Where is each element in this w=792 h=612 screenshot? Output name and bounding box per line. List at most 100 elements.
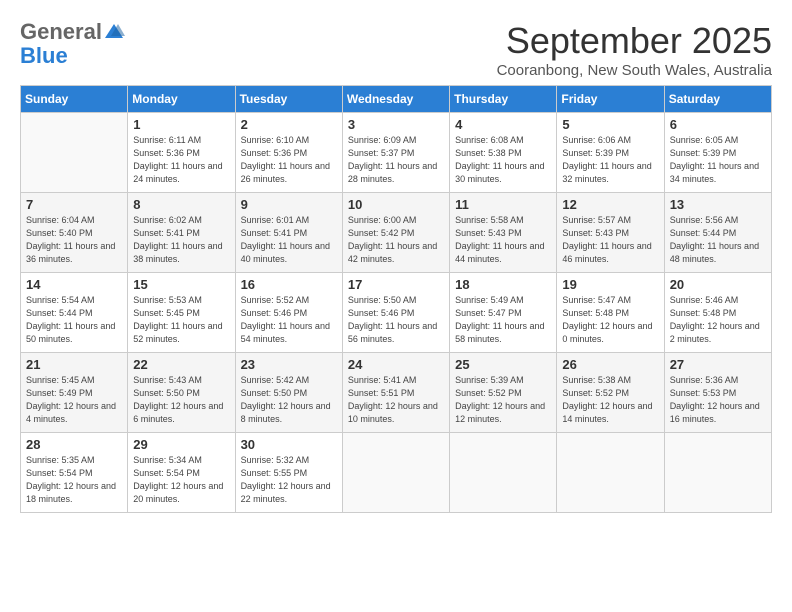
calendar-week-5: 28 Sunrise: 5:35 AM Sunset: 5:54 PM Dayl… [21, 433, 772, 513]
day-number: 30 [241, 437, 337, 452]
calendar-cell: 12 Sunrise: 5:57 AM Sunset: 5:43 PM Dayl… [557, 193, 664, 273]
daylight-text: Daylight: 11 hours and 34 minutes. [670, 161, 759, 184]
day-info: Sunrise: 5:58 AM Sunset: 5:43 PM Dayligh… [455, 214, 551, 266]
day-number: 18 [455, 277, 551, 292]
header-cell-monday: Monday [128, 86, 235, 113]
sunrise-text: Sunrise: 5:54 AM [26, 295, 95, 305]
day-info: Sunrise: 5:42 AM Sunset: 5:50 PM Dayligh… [241, 374, 337, 426]
daylight-text: Daylight: 11 hours and 26 minutes. [241, 161, 330, 184]
day-info: Sunrise: 6:05 AM Sunset: 5:39 PM Dayligh… [670, 134, 766, 186]
logo-general: General [20, 20, 102, 44]
sunrise-text: Sunrise: 5:46 AM [670, 295, 739, 305]
sunset-text: Sunset: 5:55 PM [241, 468, 308, 478]
day-number: 22 [133, 357, 229, 372]
day-number: 24 [348, 357, 444, 372]
day-info: Sunrise: 6:02 AM Sunset: 5:41 PM Dayligh… [133, 214, 229, 266]
sunset-text: Sunset: 5:38 PM [455, 148, 522, 158]
daylight-text: Daylight: 12 hours and 16 minutes. [670, 401, 760, 424]
sunset-text: Sunset: 5:36 PM [241, 148, 308, 158]
calendar-cell: 15 Sunrise: 5:53 AM Sunset: 5:45 PM Dayl… [128, 273, 235, 353]
day-info: Sunrise: 6:01 AM Sunset: 5:41 PM Dayligh… [241, 214, 337, 266]
day-info: Sunrise: 5:45 AM Sunset: 5:49 PM Dayligh… [26, 374, 122, 426]
day-info: Sunrise: 5:34 AM Sunset: 5:54 PM Dayligh… [133, 454, 229, 506]
sunset-text: Sunset: 5:39 PM [670, 148, 737, 158]
calendar-cell: 18 Sunrise: 5:49 AM Sunset: 5:47 PM Dayl… [450, 273, 557, 353]
sunrise-text: Sunrise: 5:36 AM [670, 375, 739, 385]
day-number: 29 [133, 437, 229, 452]
day-info: Sunrise: 5:57 AM Sunset: 5:43 PM Dayligh… [562, 214, 658, 266]
day-info: Sunrise: 5:39 AM Sunset: 5:52 PM Dayligh… [455, 374, 551, 426]
day-info: Sunrise: 5:56 AM Sunset: 5:44 PM Dayligh… [670, 214, 766, 266]
daylight-text: Daylight: 11 hours and 54 minutes. [241, 321, 330, 344]
daylight-text: Daylight: 12 hours and 14 minutes. [562, 401, 652, 424]
header-cell-thursday: Thursday [450, 86, 557, 113]
sunrise-text: Sunrise: 5:58 AM [455, 215, 524, 225]
daylight-text: Daylight: 11 hours and 44 minutes. [455, 241, 544, 264]
day-info: Sunrise: 5:50 AM Sunset: 5:46 PM Dayligh… [348, 294, 444, 346]
daylight-text: Daylight: 11 hours and 40 minutes. [241, 241, 330, 264]
daylight-text: Daylight: 12 hours and 6 minutes. [133, 401, 223, 424]
sunset-text: Sunset: 5:43 PM [455, 228, 522, 238]
day-info: Sunrise: 6:00 AM Sunset: 5:42 PM Dayligh… [348, 214, 444, 266]
sunset-text: Sunset: 5:36 PM [133, 148, 200, 158]
calendar-cell: 16 Sunrise: 5:52 AM Sunset: 5:46 PM Dayl… [235, 273, 342, 353]
calendar-cell: 9 Sunrise: 6:01 AM Sunset: 5:41 PM Dayli… [235, 193, 342, 273]
sunset-text: Sunset: 5:41 PM [241, 228, 308, 238]
day-number: 12 [562, 197, 658, 212]
day-number: 23 [241, 357, 337, 372]
day-info: Sunrise: 5:36 AM Sunset: 5:53 PM Dayligh… [670, 374, 766, 426]
calendar-cell: 19 Sunrise: 5:47 AM Sunset: 5:48 PM Dayl… [557, 273, 664, 353]
sunrise-text: Sunrise: 6:00 AM [348, 215, 417, 225]
sunrise-text: Sunrise: 5:38 AM [562, 375, 631, 385]
day-number: 14 [26, 277, 122, 292]
sunset-text: Sunset: 5:52 PM [562, 388, 629, 398]
day-info: Sunrise: 5:43 AM Sunset: 5:50 PM Dayligh… [133, 374, 229, 426]
day-info: Sunrise: 5:47 AM Sunset: 5:48 PM Dayligh… [562, 294, 658, 346]
daylight-text: Daylight: 12 hours and 8 minutes. [241, 401, 331, 424]
sunset-text: Sunset: 5:44 PM [670, 228, 737, 238]
sunrise-text: Sunrise: 5:47 AM [562, 295, 631, 305]
header-cell-wednesday: Wednesday [342, 86, 449, 113]
day-info: Sunrise: 5:53 AM Sunset: 5:45 PM Dayligh… [133, 294, 229, 346]
sunset-text: Sunset: 5:40 PM [26, 228, 93, 238]
sunset-text: Sunset: 5:50 PM [241, 388, 308, 398]
daylight-text: Daylight: 12 hours and 4 minutes. [26, 401, 116, 424]
sunset-text: Sunset: 5:50 PM [133, 388, 200, 398]
daylight-text: Daylight: 11 hours and 48 minutes. [670, 241, 759, 264]
header-cell-friday: Friday [557, 86, 664, 113]
calendar-cell: 22 Sunrise: 5:43 AM Sunset: 5:50 PM Dayl… [128, 353, 235, 433]
sunset-text: Sunset: 5:54 PM [26, 468, 93, 478]
sunset-text: Sunset: 5:46 PM [241, 308, 308, 318]
sunrise-text: Sunrise: 5:57 AM [562, 215, 631, 225]
sunrise-text: Sunrise: 6:05 AM [670, 135, 739, 145]
sunrise-text: Sunrise: 5:50 AM [348, 295, 417, 305]
day-number: 15 [133, 277, 229, 292]
day-info: Sunrise: 5:54 AM Sunset: 5:44 PM Dayligh… [26, 294, 122, 346]
daylight-text: Daylight: 12 hours and 2 minutes. [670, 321, 760, 344]
day-number: 4 [455, 117, 551, 132]
daylight-text: Daylight: 12 hours and 18 minutes. [26, 481, 116, 504]
sunset-text: Sunset: 5:48 PM [670, 308, 737, 318]
day-number: 3 [348, 117, 444, 132]
sunrise-text: Sunrise: 5:45 AM [26, 375, 95, 385]
header-cell-saturday: Saturday [664, 86, 771, 113]
day-number: 26 [562, 357, 658, 372]
calendar-cell: 6 Sunrise: 6:05 AM Sunset: 5:39 PM Dayli… [664, 113, 771, 193]
sunrise-text: Sunrise: 6:04 AM [26, 215, 95, 225]
sunrise-text: Sunrise: 5:39 AM [455, 375, 524, 385]
sunset-text: Sunset: 5:54 PM [133, 468, 200, 478]
calendar-cell: 20 Sunrise: 5:46 AM Sunset: 5:48 PM Dayl… [664, 273, 771, 353]
daylight-text: Daylight: 12 hours and 20 minutes. [133, 481, 223, 504]
sunset-text: Sunset: 5:42 PM [348, 228, 415, 238]
calendar-cell: 3 Sunrise: 6:09 AM Sunset: 5:37 PM Dayli… [342, 113, 449, 193]
day-info: Sunrise: 5:38 AM Sunset: 5:52 PM Dayligh… [562, 374, 658, 426]
calendar-cell: 11 Sunrise: 5:58 AM Sunset: 5:43 PM Dayl… [450, 193, 557, 273]
daylight-text: Daylight: 11 hours and 36 minutes. [26, 241, 115, 264]
day-info: Sunrise: 6:08 AM Sunset: 5:38 PM Dayligh… [455, 134, 551, 186]
month-title: September 2025 [497, 20, 772, 62]
sunrise-text: Sunrise: 6:09 AM [348, 135, 417, 145]
sunrise-text: Sunrise: 5:41 AM [348, 375, 417, 385]
day-info: Sunrise: 6:04 AM Sunset: 5:40 PM Dayligh… [26, 214, 122, 266]
daylight-text: Daylight: 12 hours and 0 minutes. [562, 321, 652, 344]
calendar-cell: 28 Sunrise: 5:35 AM Sunset: 5:54 PM Dayl… [21, 433, 128, 513]
